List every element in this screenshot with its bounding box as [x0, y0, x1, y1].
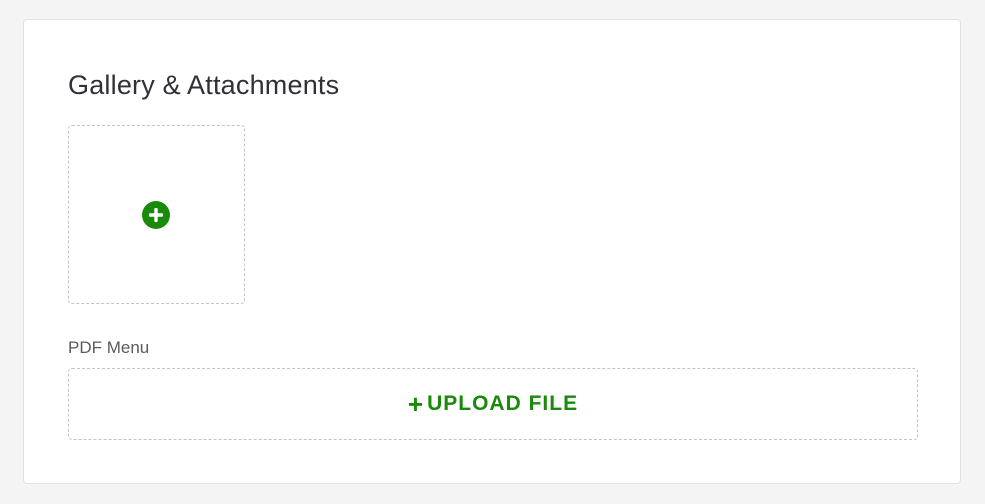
upload-file-label: UPLOAD FILE: [427, 392, 579, 415]
plus-circle-icon: [142, 201, 170, 229]
add-gallery-image-button[interactable]: [68, 125, 245, 304]
section-title: Gallery & Attachments: [68, 70, 340, 100]
upload-file-button[interactable]: + UPLOAD FILE: [68, 368, 918, 440]
plus-icon: +: [407, 389, 425, 419]
pdf-menu-label: PDF Menu: [68, 338, 150, 357]
gallery-attachments-card: Gallery & Attachments PDF Menu + UPLOAD …: [23, 19, 961, 484]
